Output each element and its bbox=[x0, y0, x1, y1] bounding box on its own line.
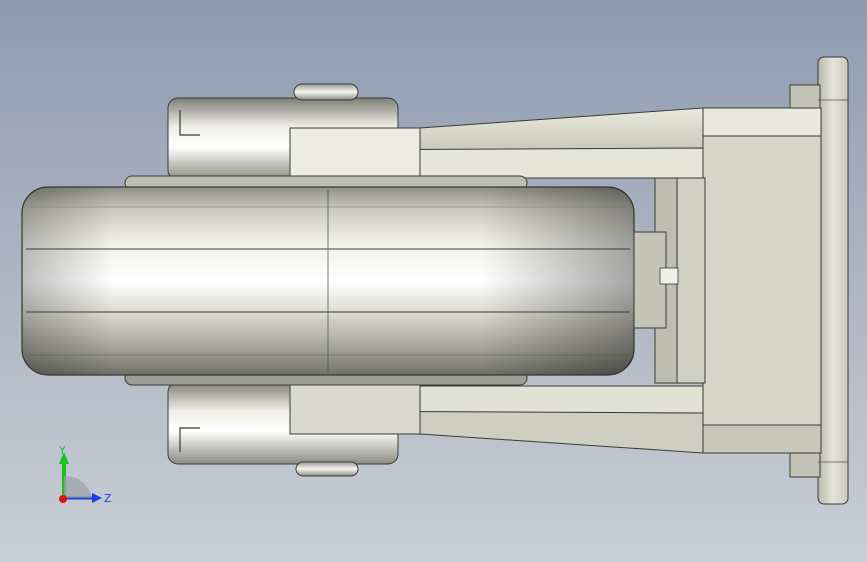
yz-plane-patch bbox=[64, 476, 92, 498]
axle-bolt-bottom[interactable] bbox=[295, 461, 359, 477]
cad-viewport[interactable]: Y Z bbox=[0, 0, 867, 562]
caster-wheel-model[interactable] bbox=[0, 0, 867, 562]
axle-hub-top[interactable] bbox=[167, 97, 421, 181]
orientation-triad: Y Z bbox=[58, 444, 112, 505]
axle-hub-bottom[interactable] bbox=[167, 381, 421, 465]
z-axis-label: Z bbox=[104, 492, 112, 505]
axle-stub-tip bbox=[659, 267, 679, 285]
axle-bolt-top[interactable] bbox=[293, 83, 359, 101]
x-axis-dot bbox=[59, 495, 67, 503]
y-axis-label: Y bbox=[58, 444, 66, 457]
wheel-tire[interactable] bbox=[21, 186, 635, 376]
